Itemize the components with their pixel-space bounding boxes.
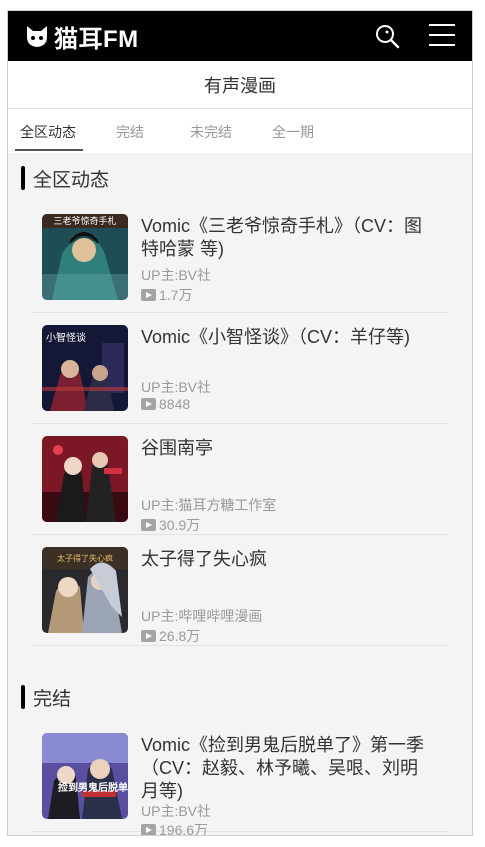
play-count: 30.9万 bbox=[141, 515, 200, 535]
tab-completed[interactable]: 完结 bbox=[116, 122, 144, 142]
cat-head-icon bbox=[27, 26, 47, 47]
play-count: 8848 bbox=[141, 396, 190, 412]
play-count: 26.8万 bbox=[141, 626, 200, 646]
item-title[interactable]: 太子得了失心疯 bbox=[141, 548, 431, 571]
menu-icon[interactable] bbox=[429, 24, 455, 46]
list-item[interactable]: 三老爷惊奇手札 Vomic《三老爷惊奇手札》（CV：图特哈蒙 等) UP主:BV… bbox=[32, 202, 448, 313]
item-title[interactable]: Vomic《小智怪谈》（CV：羊仔等) bbox=[141, 326, 431, 349]
list-item[interactable]: 太子得了失心疯 太子得了失心疯 UP主:哔哩哔哩漫画 26.8万 bbox=[32, 535, 448, 646]
section-header: 全区动态 bbox=[21, 165, 109, 191]
tab-ongoing[interactable]: 未完结 bbox=[190, 122, 232, 142]
cover-title-text: 三老爷惊奇手札 bbox=[53, 215, 116, 226]
play-count-icon bbox=[141, 824, 156, 835]
cover-image: 小智怪谈 bbox=[42, 325, 128, 411]
item-title[interactable]: 谷围南亭 bbox=[141, 437, 431, 460]
cover-title-text: 捡到男鬼后脱单了 bbox=[58, 781, 128, 794]
app-frame: 猫耳FM 有声漫画 全区动态 完结 未完结 全一期 全区动态 三老爷惊奇手札 V… bbox=[7, 10, 473, 836]
play-count-value: 30.9万 bbox=[159, 517, 201, 533]
cover-image bbox=[42, 436, 128, 522]
cover-title-text: 小智怪谈 bbox=[46, 331, 86, 344]
list-item[interactable]: 谷围南亭 UP主:猫耳方糖工作室 30.9万 bbox=[32, 424, 448, 535]
page-title: 有声漫画 bbox=[204, 75, 276, 96]
tab-single-episode[interactable]: 全一期 bbox=[272, 122, 314, 142]
play-count-value: 1.7万 bbox=[159, 287, 193, 303]
uploader: UP主:BV社 bbox=[141, 267, 212, 283]
section-header: 完结 bbox=[21, 684, 71, 710]
uploader: UP主:猫耳方糖工作室 bbox=[141, 497, 277, 513]
uploader: UP主:哔哩哔哩漫画 bbox=[141, 608, 263, 624]
play-count: 1.7万 bbox=[141, 285, 192, 305]
section-marker bbox=[21, 685, 25, 709]
title-bar: 有声漫画 bbox=[8, 61, 472, 109]
search-icon[interactable] bbox=[374, 23, 402, 51]
play-count-value: 8848 bbox=[159, 396, 191, 412]
section-title: 完结 bbox=[33, 688, 72, 710]
cover-image: 捡到男鬼后脱单了 bbox=[42, 733, 128, 819]
logo[interactable]: 猫耳FM bbox=[24, 21, 139, 53]
logo-text: 猫耳FM bbox=[54, 25, 139, 53]
list-item[interactable]: 捡到男鬼后脱单了 Vomic《捡到男鬼后脱单了》第一季（CV：赵毅、林予曦、吴哏… bbox=[32, 721, 448, 835]
item-title[interactable]: Vomic《捡到男鬼后脱单了》第一季（CV：赵毅、林予曦、吴哏、刘明月等) bbox=[141, 734, 431, 803]
section-marker bbox=[21, 166, 25, 190]
tab-all-updates[interactable]: 全区动态 bbox=[20, 122, 76, 142]
uploader: UP主:BV社 bbox=[141, 803, 212, 819]
play-count-icon bbox=[141, 519, 156, 531]
tab-bar: 全区动态 完结 未完结 全一期 bbox=[8, 109, 472, 153]
play-count-icon bbox=[141, 398, 156, 410]
play-count: 196.6万 bbox=[141, 820, 209, 836]
cover-title-text: 太子得了失心疯 bbox=[57, 553, 113, 563]
cover-image: 太子得了失心疯 bbox=[42, 547, 128, 633]
list-item[interactable]: 小智怪谈 Vomic《小智怪谈》（CV：羊仔等) UP主:BV社 8848 bbox=[32, 313, 448, 424]
uploader: UP主:BV社 bbox=[141, 379, 212, 395]
top-bar: 猫耳FM bbox=[8, 11, 472, 61]
play-count-value: 196.6万 bbox=[159, 822, 209, 836]
play-count-icon bbox=[141, 630, 156, 642]
play-count-value: 26.8万 bbox=[159, 628, 201, 644]
section-title: 全区动态 bbox=[33, 169, 110, 191]
active-tab-indicator bbox=[15, 149, 83, 151]
item-title[interactable]: Vomic《三老爷惊奇手札》（CV：图特哈蒙 等) bbox=[141, 215, 431, 261]
cover-image: 三老爷惊奇手札 bbox=[42, 214, 128, 300]
play-count-icon bbox=[141, 289, 156, 301]
